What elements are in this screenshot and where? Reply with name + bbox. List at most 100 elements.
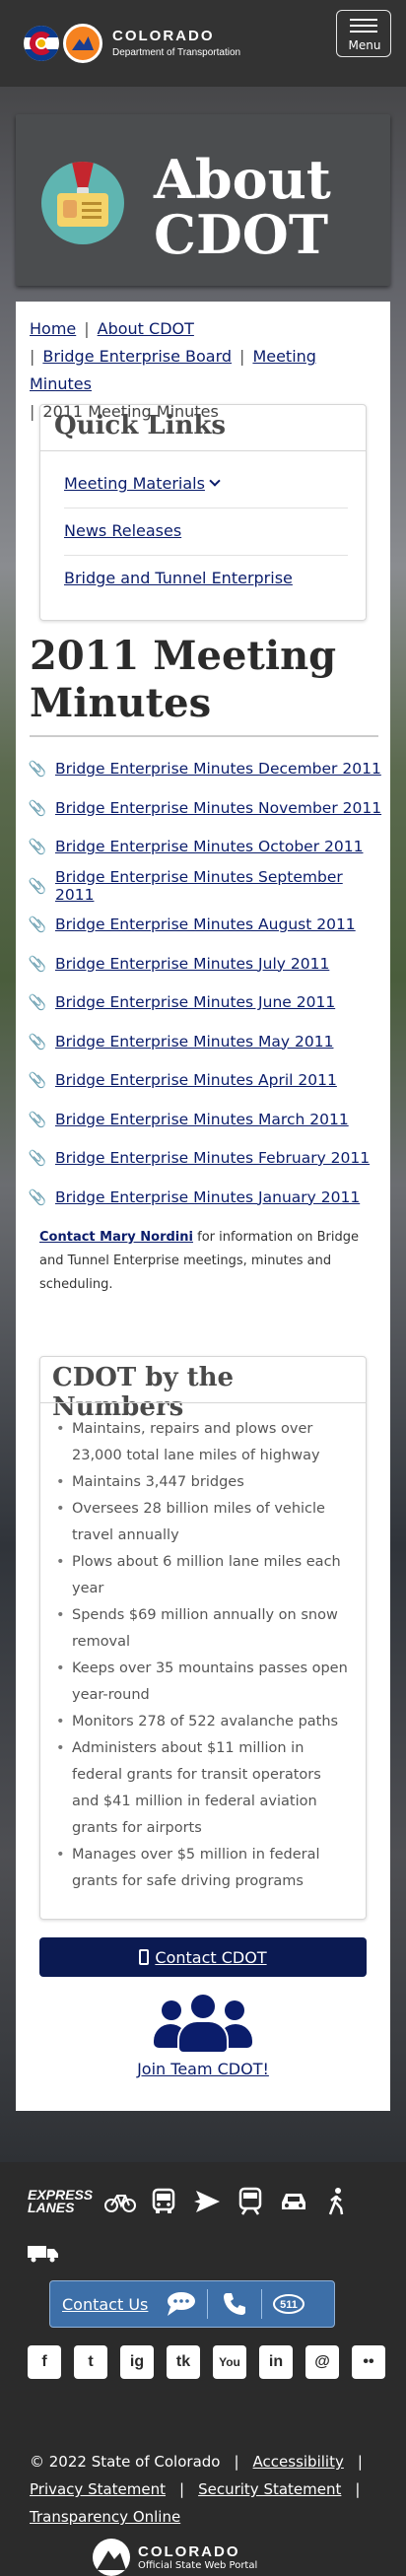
contact-note: Contact Mary Nordini for information on … — [39, 1226, 374, 1297]
team-people-icon[interactable] — [154, 1991, 252, 2056]
list-item[interactable]: 📎 Bridge Enterprise Minutes February 2011 — [28, 1146, 370, 1170]
paperclip-icon: 📎 — [28, 1032, 47, 1051]
minutes-link[interactable]: Bridge Enterprise Minutes August 2011 — [55, 915, 356, 933]
paperclip-icon: 📎 — [28, 1149, 47, 1167]
truck-icon[interactable] — [28, 2245, 59, 2263]
hero-banner: About CDOT — [16, 114, 390, 286]
colorado-portal-icon — [93, 2539, 130, 2576]
chevron-down-icon — [209, 475, 221, 487]
quick-links-title: Quick Links — [54, 411, 227, 441]
minutes-link[interactable]: Bridge Enterprise Minutes May 2011 — [55, 1033, 333, 1051]
contact-us-link[interactable]: Contact Us — [62, 2295, 148, 2314]
breadcrumb-separator: | — [239, 347, 245, 366]
instagram-icon[interactable]: ig — [120, 2345, 154, 2379]
list-item[interactable]: 📎 Bridge Enterprise Minutes March 2011 — [29, 1108, 349, 1131]
phone-icon[interactable] — [218, 2289, 251, 2319]
express-lanes-line2: LANES — [28, 2200, 75, 2215]
facebook-icon[interactable]: f — [28, 2345, 61, 2379]
quick-link-bridge-tunnel[interactable]: Bridge and Tunnel Enterprise — [64, 569, 293, 587]
numbers-title: CDOT by the Numbers — [52, 1363, 235, 1422]
breadcrumb-board[interactable]: Bridge Enterprise Board — [42, 347, 232, 366]
quick-link-label[interactable]: Meeting Materials — [64, 474, 205, 493]
transparency-link[interactable]: Transparency Online — [30, 2508, 180, 2526]
copyright: © 2022 State of Colorado — [30, 2453, 221, 2471]
numbers-item: Keeps over 35 mountains passes open year… — [56, 1656, 352, 1709]
portal-line2: Official State Web Portal — [138, 2560, 258, 2571]
accessibility-link[interactable]: Accessibility — [253, 2453, 344, 2471]
hero-title-line1: About — [154, 148, 331, 211]
email-icon[interactable]: @ — [305, 2345, 339, 2379]
paperclip-icon: 📎 — [28, 798, 47, 817]
content-panel: Home | About CDOT | Bridge Enterprise Board… — [16, 302, 390, 2111]
tiktok-icon[interactable]: tk — [167, 2345, 200, 2379]
paperclip-icon: 📎 — [28, 838, 47, 855]
quick-link-news-releases[interactable]: News Releases — [64, 521, 181, 540]
paperclip-icon: 📎 — [28, 954, 47, 973]
twitter-icon[interactable]: t — [74, 2345, 107, 2379]
menu-button[interactable]: Menu — [336, 10, 391, 57]
train-icon[interactable] — [233, 2184, 268, 2219]
list-item[interactable]: 📎 Bridge Enterprise Minutes October 2011 — [28, 835, 364, 858]
minutes-link[interactable]: Bridge Enterprise Minutes December 2011 — [55, 760, 381, 778]
list-item[interactable]: 📎 Bridge Enterprise Minutes July 2011 — [28, 952, 330, 976]
paperclip-icon: 📎 — [28, 1187, 47, 1206]
menu-label: Menu — [348, 38, 381, 52]
transport-links: EXPRESS LANES — [28, 2172, 363, 2231]
list-item[interactable]: 📎 Bridge Enterprise Minutes January 2011 — [28, 1186, 361, 1209]
car-icon[interactable] — [276, 2184, 311, 2219]
minutes-link[interactable]: Bridge Enterprise Minutes October 2011 — [55, 838, 363, 855]
contact-cdot-button[interactable]: Contact CDOT — [39, 1937, 367, 1977]
list-item[interactable]: 📎 Bridge Enterprise Minutes November 2011 — [28, 796, 381, 820]
minutes-link[interactable]: Bridge Enterprise Minutes February 2011 — [55, 1149, 370, 1167]
minutes-link[interactable]: Bridge Enterprise Minutes November 2011 — [55, 799, 381, 817]
chat-icon[interactable] — [164, 2289, 197, 2319]
minutes-link[interactable]: Bridge Enterprise Minutes June 2011 — [55, 993, 335, 1011]
colorado-flag-icon — [24, 26, 59, 61]
page-title: 2011 Meeting Minutes — [30, 633, 337, 726]
minutes-link[interactable]: Bridge Enterprise Minutes January 2011 — [55, 1188, 360, 1206]
brand-line2: Department of Transportation — [112, 46, 241, 58]
linkedin-icon[interactable]: in — [259, 2345, 293, 2379]
list-item[interactable]: 📎 Bridge Enterprise Minutes April 2011 — [29, 1068, 337, 1092]
minutes-link[interactable]: Bridge Enterprise Minutes July 2011 — [55, 955, 329, 973]
minutes-link[interactable]: Bridge Enterprise Minutes March 2011 — [55, 1111, 349, 1128]
list-item[interactable]: 📎 Bridge Enterprise Minutes May 2011 — [28, 1030, 334, 1053]
list-item[interactable]: 📎 Bridge Enterprise Minutes December 2011 — [29, 757, 381, 780]
numbers-item: Maintains, repairs and plows over 23,000… — [56, 1416, 352, 1469]
breadcrumb-about[interactable]: About CDOT — [98, 319, 194, 338]
privacy-link[interactable]: Privacy Statement — [30, 2480, 166, 2498]
numbers-item: Administers about $11 million in federal… — [56, 1735, 352, 1842]
bicycle-icon[interactable] — [102, 2184, 138, 2219]
list-item[interactable]: 📎 Bridge Enterprise Minutes August 2011 — [29, 913, 356, 936]
pedestrian-icon[interactable] — [319, 2184, 355, 2219]
mobile-phone-icon — [139, 1949, 150, 1965]
numbers-item: Maintains 3,447 bridges — [56, 1469, 352, 1496]
minutes-link[interactable]: Bridge Enterprise Minutes April 2011 — [55, 1071, 337, 1089]
hamburger-icon — [350, 19, 377, 36]
airplane-icon[interactable] — [189, 2184, 225, 2219]
state-portal-logo[interactable]: COLORADO Official State Web Portal — [93, 2539, 257, 2576]
id-badge-icon — [41, 162, 124, 244]
numbers-list: Maintains, repairs and plows over 23,000… — [56, 1416, 352, 1895]
breadcrumb-separator: | — [30, 347, 35, 366]
numbers-item: Manages over $5 million in federal grant… — [56, 1842, 352, 1895]
portal-line1: COLORADO — [138, 2543, 240, 2560]
contact-person-link[interactable]: Contact Mary Nordini — [39, 1230, 193, 1245]
express-lanes-link[interactable]: EXPRESS LANES — [28, 2188, 93, 2215]
contact-us-bar: Contact Us 511 — [49, 2280, 335, 2328]
cdot-logo[interactable]: COLORADO Department of Transportation — [24, 20, 240, 67]
list-item[interactable]: 📎 Bridge Enterprise Minutes September 201… — [29, 868, 384, 904]
social-links: f t ig tk You in @ •• — [28, 2345, 398, 2379]
bus-icon[interactable] — [146, 2184, 181, 2219]
breadcrumb-home[interactable]: Home — [30, 319, 76, 338]
flickr-icon[interactable]: •• — [352, 2345, 385, 2379]
quick-link-meeting-materials[interactable]: Meeting Materials — [64, 474, 221, 493]
breadcrumb-separator: | — [84, 319, 90, 338]
join-team-link[interactable]: Join Team CDOT! — [16, 2060, 390, 2078]
security-link[interactable]: Security Statement — [198, 2480, 341, 2498]
minutes-link[interactable]: Bridge Enterprise Minutes September 2011 — [55, 868, 384, 904]
list-item[interactable]: 📎 Bridge Enterprise Minutes June 2011 — [29, 990, 336, 1014]
511-icon[interactable]: 511 — [272, 2289, 305, 2319]
numbers-item: Monitors 278 of 522 avalanche paths — [56, 1709, 352, 1735]
youtube-icon[interactable]: You — [213, 2345, 246, 2379]
